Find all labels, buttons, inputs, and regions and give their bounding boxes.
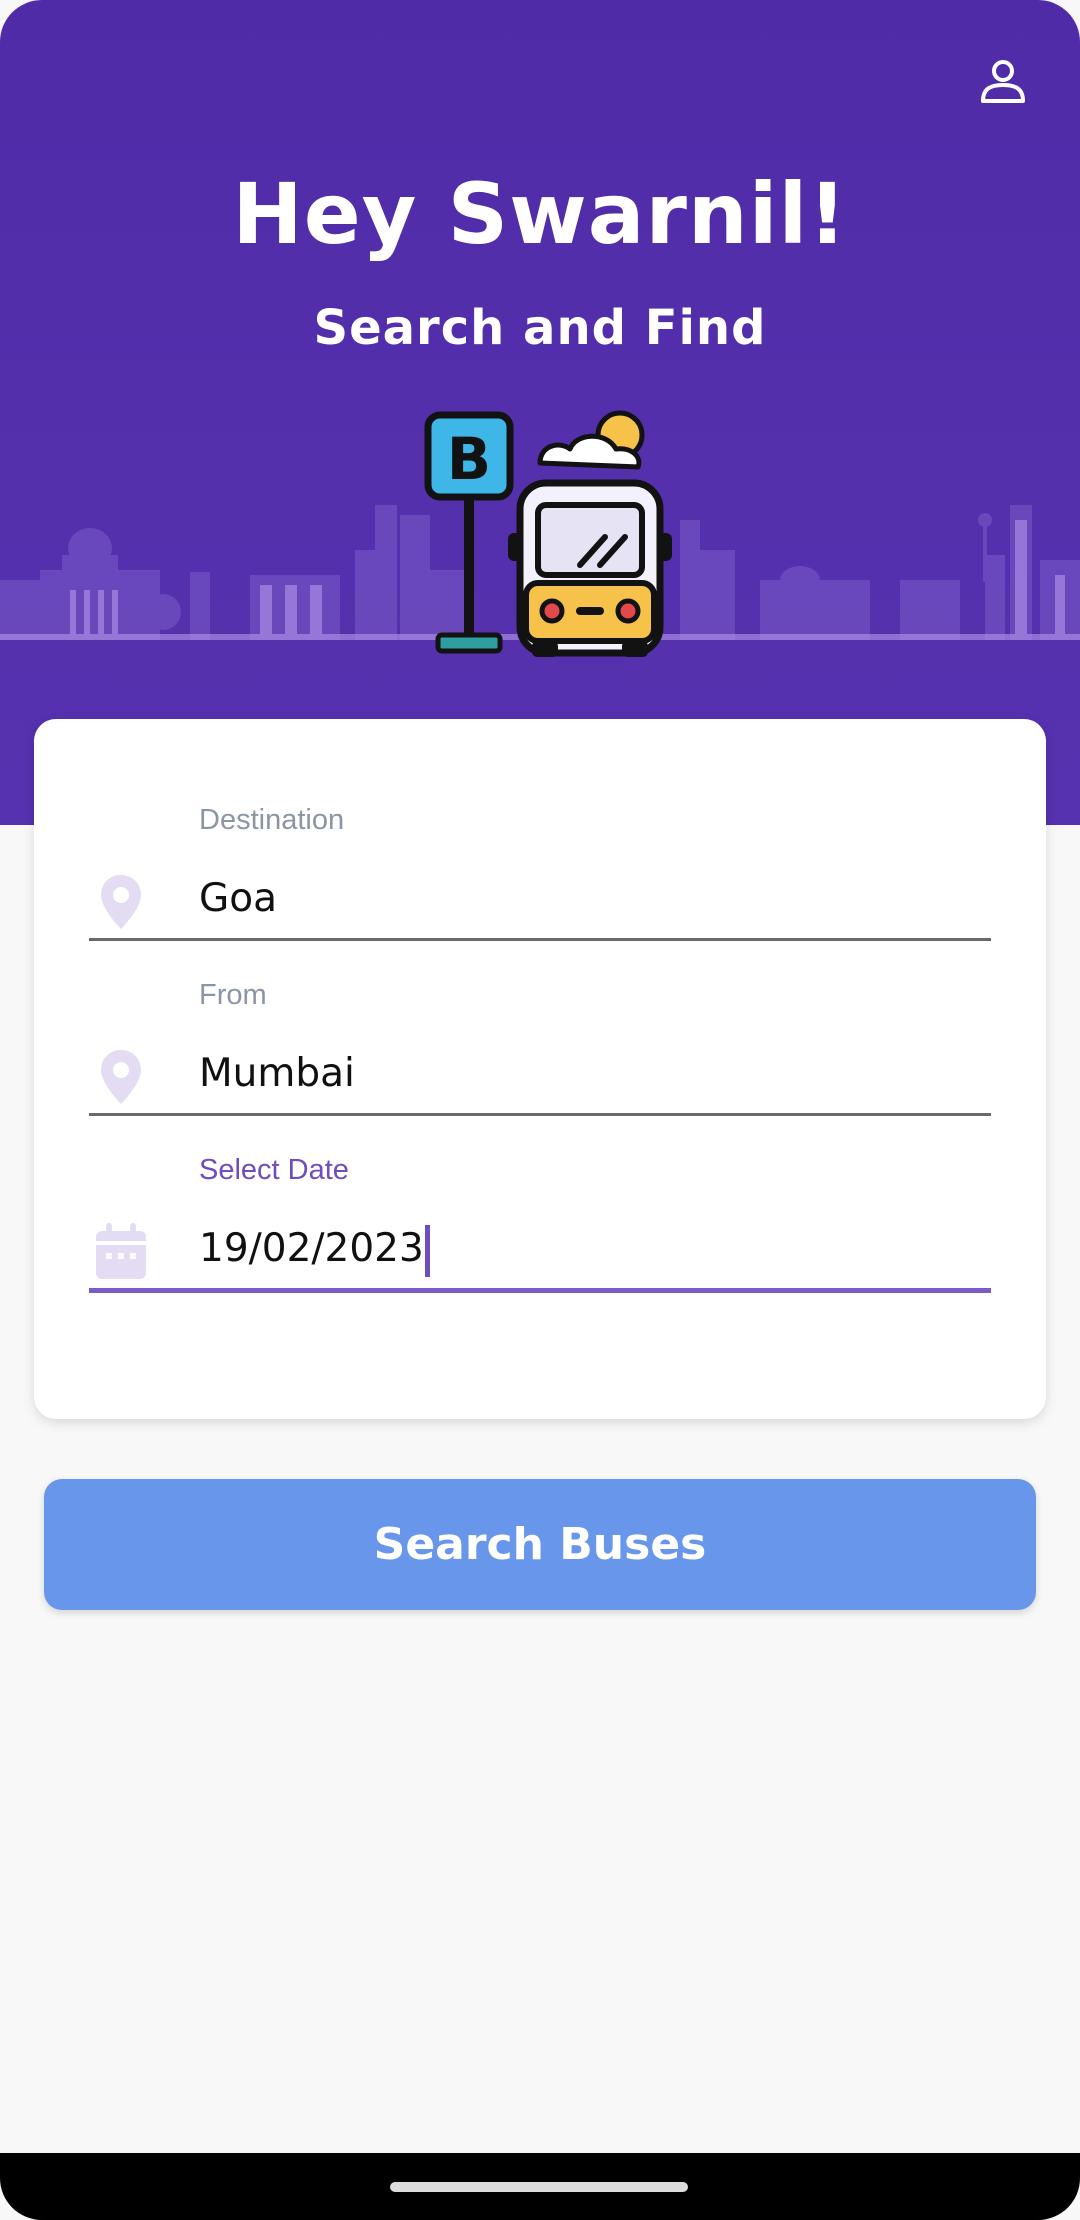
svg-text:B: B (447, 425, 491, 493)
date-field[interactable]: Select Date 19/02/2023 (89, 1154, 991, 1314)
from-underline (89, 1113, 991, 1116)
greeting-title: Hey Swarnil! (232, 165, 848, 263)
from-label: From (199, 979, 267, 1011)
date-input[interactable]: 19/02/2023 (199, 1214, 979, 1284)
from-input[interactable] (199, 1039, 979, 1109)
destination-label: Destination (199, 804, 345, 836)
destination-field[interactable]: Destination (89, 804, 991, 964)
destination-underline (89, 938, 991, 941)
date-value: 19/02/2023 (199, 1226, 424, 1271)
home-indicator[interactable] (390, 2182, 688, 2192)
search-buses-button[interactable]: Search Buses (44, 1479, 1036, 1610)
calendar-icon[interactable] (89, 1216, 153, 1288)
app-screen: Hey Swarnil! Search and Find B Destinati… (0, 0, 1080, 2220)
greeting-subtitle: Search and Find (313, 300, 767, 356)
from-field[interactable]: From (89, 979, 991, 1139)
profile-button[interactable] (971, 50, 1035, 114)
text-cursor (424, 1224, 430, 1277)
location-pin-icon (89, 1041, 153, 1113)
location-pin-icon (89, 866, 153, 938)
date-label: Select Date (199, 1154, 349, 1186)
search-form-card: Destination From Select Date (34, 719, 1046, 1419)
destination-input[interactable] (199, 864, 979, 934)
date-underline (89, 1288, 991, 1293)
bus-stop-illustration: B (424, 410, 672, 657)
header-banner: Hey Swarnil! Search and Find B (0, 0, 1080, 825)
user-icon (981, 60, 1025, 103)
